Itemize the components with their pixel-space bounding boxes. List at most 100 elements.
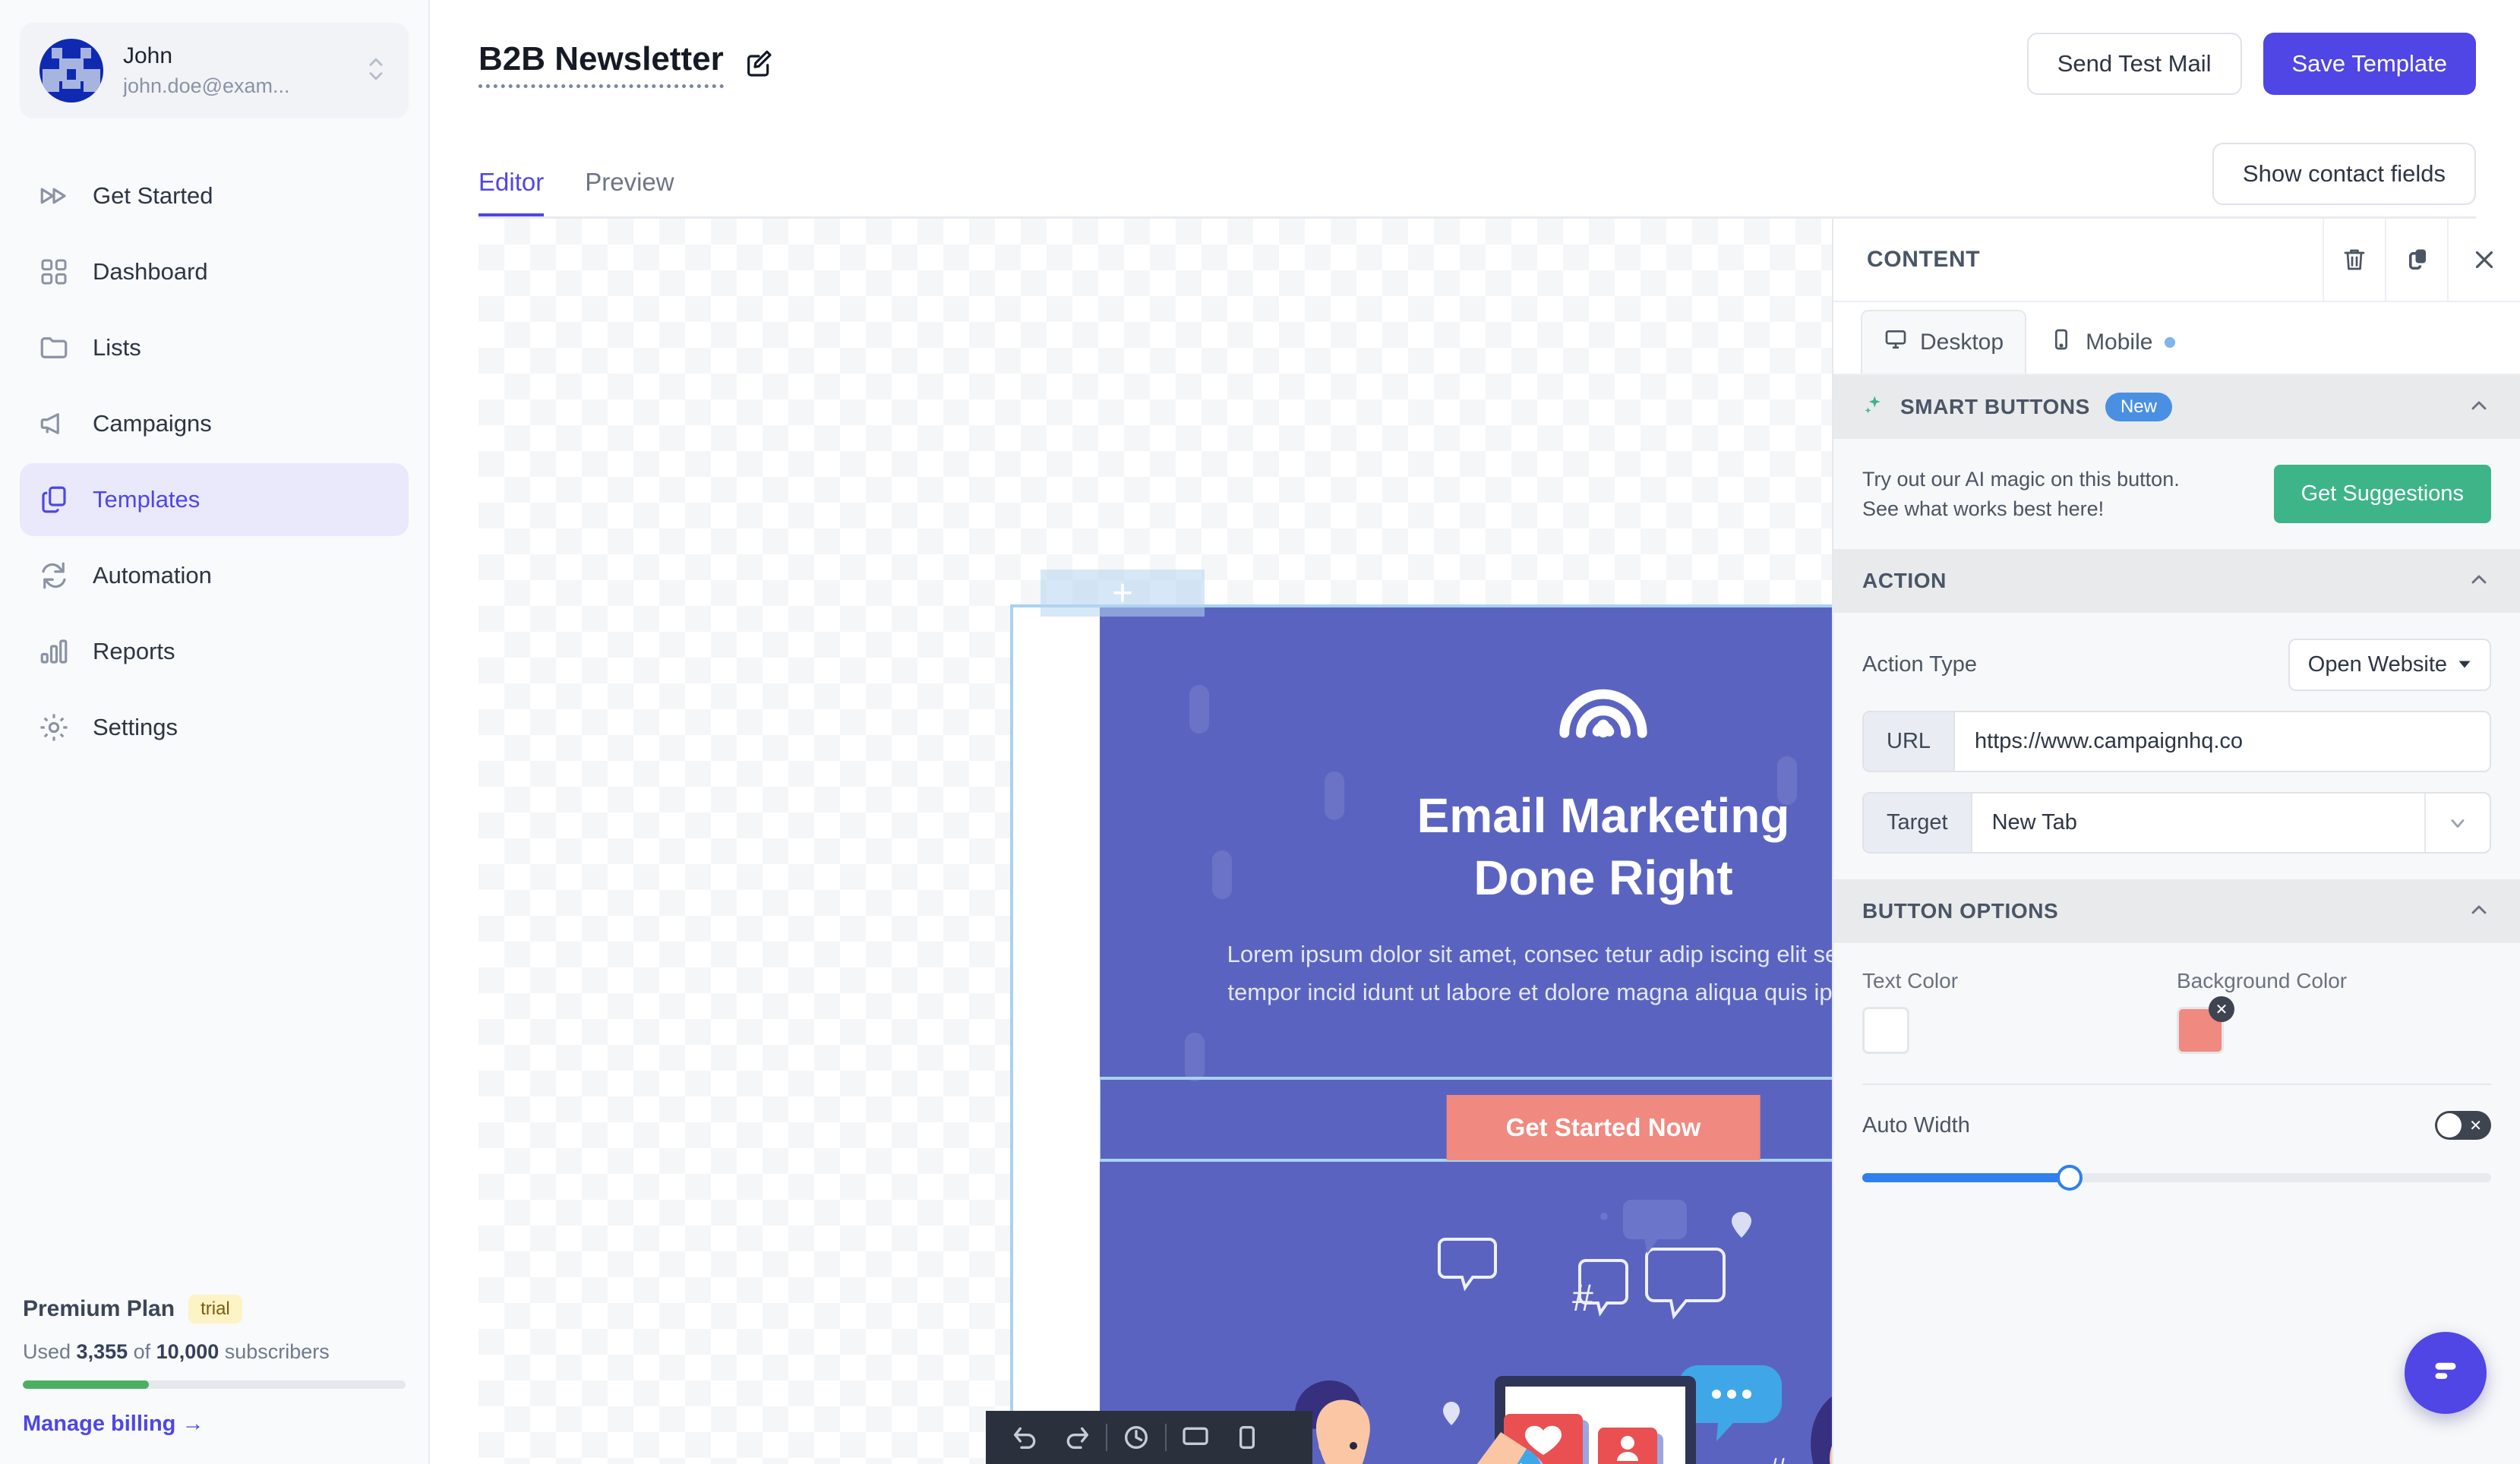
sidebar-item-label: Templates <box>93 486 201 513</box>
tab-mobile[interactable]: Mobile <box>2026 310 2198 374</box>
chat-support-button[interactable] <box>2405 1332 2487 1414</box>
auto-width-label: Auto Width <box>1862 1112 1970 1137</box>
canvas-bottom-toolbar <box>986 1411 1312 1464</box>
text-color-label: Text Color <box>1862 969 1959 992</box>
chevron-down-icon[interactable] <box>2424 794 2490 852</box>
target-field-group: Target <box>1862 792 2491 853</box>
chevron-up-icon[interactable] <box>2467 567 2491 595</box>
email-paragraph[interactable]: Lorem ipsum dolor sit amet, consec tetur… <box>1191 936 1832 1011</box>
panel-title: CONTENT <box>1867 247 1981 272</box>
sidebar-item-label: Get Started <box>93 182 213 209</box>
tab-label: Desktop <box>1920 330 2004 355</box>
unsaved-changes-dot <box>2165 337 2176 348</box>
sidebar-item-label: Settings <box>93 714 178 740</box>
url-input[interactable] <box>1955 712 2490 771</box>
redo-icon[interactable] <box>1054 1422 1100 1453</box>
action-type-select[interactable]: Open Website <box>2288 639 2491 691</box>
usage-suffix: subscribers <box>219 1340 330 1363</box>
sidebar-item-settings[interactable]: Settings <box>20 691 409 764</box>
topbar: B2B Newsletter Send Test Mail Save Templ… <box>430 0 2520 128</box>
manage-billing-link[interactable]: Manage billing → <box>23 1412 406 1437</box>
avatar <box>39 39 103 103</box>
history-icon[interactable] <box>1113 1422 1159 1453</box>
usage-total: 10,000 <box>156 1340 219 1363</box>
tab-desktop[interactable]: Desktop <box>1861 310 2027 374</box>
text-color-control: Text Color <box>1862 969 2177 1058</box>
background-color-control: Background Color ✕ <box>2177 969 2491 1058</box>
bar-chart-icon <box>36 634 71 669</box>
subscriber-progress-bar <box>23 1380 406 1389</box>
toolbar-divider <box>1165 1424 1167 1451</box>
megaphone-icon <box>36 406 71 441</box>
cta-selection-zone[interactable]: Get Started Now <box>1100 1077 1832 1162</box>
usage-mid: of <box>128 1340 156 1363</box>
sidebar-item-dashboard[interactable]: Dashboard <box>20 235 409 308</box>
section-body-button-options: Text Color Background Color ✕ Auto Width… <box>1833 943 2520 1208</box>
mobile-icon[interactable] <box>1224 1422 1270 1453</box>
mobile-icon <box>2049 327 2073 358</box>
smart-text-line-1: Try out our AI magic on this button. <box>1862 468 2180 491</box>
sidebar-item-reports[interactable]: Reports <box>20 615 409 688</box>
panel-close-button[interactable] <box>2447 219 2520 301</box>
user-account-card[interactable]: John john.doe@exam... <box>20 23 409 118</box>
smart-text-line-2: See what works best here! <box>1862 497 2105 520</box>
email-cta-button[interactable]: Get Started Now <box>1446 1095 1761 1160</box>
editor-tabs-row: Editor Preview Show contact fields <box>430 128 2520 219</box>
sidebar-item-campaigns[interactable]: Campaigns <box>20 387 409 460</box>
chevron-down-icon <box>2458 652 2471 677</box>
section-title: BUTTON OPTIONS <box>1862 899 2059 923</box>
panel-delete-button[interactable] <box>2323 219 2385 301</box>
tab-label: Mobile <box>2086 330 2153 355</box>
grid-icon <box>36 254 71 289</box>
sidebar-item-lists[interactable]: Lists <box>20 311 409 384</box>
user-name: John <box>123 43 173 68</box>
chevron-up-icon[interactable] <box>2467 393 2491 421</box>
x-icon[interactable]: ✕ <box>2209 996 2234 1022</box>
email-canvas[interactable]: + Email Marketing Done Right Lorem ipsum… <box>478 219 1832 1464</box>
section-title: SMART BUTTONS <box>1900 395 2090 418</box>
undo-icon[interactable] <box>1003 1422 1048 1453</box>
panel-header: CONTENT <box>1833 219 2520 302</box>
section-header-action[interactable]: ACTION <box>1833 549 2520 613</box>
tab-preview[interactable]: Preview <box>585 168 674 219</box>
auto-width-toggle[interactable]: ✕ <box>2435 1111 2491 1140</box>
tab-editor[interactable]: Editor <box>478 168 545 219</box>
text-color-swatch[interactable] <box>1862 1007 1909 1054</box>
usage-used: 3,355 <box>76 1340 128 1363</box>
folder-icon <box>36 330 71 365</box>
sparkles-icon <box>1862 394 1885 421</box>
sidebar-item-label: Lists <box>93 334 141 361</box>
email-headline[interactable]: Email Marketing Done Right <box>1100 785 1832 910</box>
save-template-button[interactable]: Save Template <box>2263 33 2476 95</box>
section-header-smart-buttons[interactable]: SMART BUTTONS New <box>1833 375 2520 439</box>
button-width-slider[interactable] <box>1862 1165 2491 1191</box>
device-tabs: Desktop Mobile <box>1833 302 2520 375</box>
sidebar-item-get-started[interactable]: Get Started <box>20 159 409 232</box>
action-type-label: Action Type <box>1862 652 1978 677</box>
chevron-up-down-icon[interactable] <box>363 49 389 93</box>
fast-forward-icon <box>36 178 71 213</box>
panel-duplicate-button[interactable] <box>2385 219 2447 301</box>
pencil-square-icon[interactable] <box>744 49 774 79</box>
toggle-off-glyph: ✕ <box>2469 1117 2482 1134</box>
toolbar-divider <box>1106 1424 1107 1451</box>
email-template-body[interactable]: Email Marketing Done Right Lorem ipsum d… <box>1100 607 1832 1464</box>
show-contact-fields-button[interactable]: Show contact fields <box>2212 143 2476 205</box>
sidebar-item-label: Dashboard <box>93 258 208 285</box>
desktop-icon[interactable] <box>1173 1422 1218 1453</box>
sidebar-item-templates[interactable]: Templates <box>20 463 409 536</box>
target-select[interactable] <box>1972 794 2424 852</box>
sidebar-nav: Get Started Dashboard Lists Campaigns Te… <box>0 159 428 1295</box>
get-suggestions-button[interactable]: Get Suggestions <box>2273 465 2491 523</box>
chevron-up-icon[interactable] <box>2467 898 2491 926</box>
add-block-button[interactable]: + <box>1041 570 1205 617</box>
section-body-action: Action Type Open Website URL Tar <box>1833 613 2520 879</box>
editor-area: + Email Marketing Done Right Lorem ipsum… <box>430 219 2520 1464</box>
send-test-mail-button[interactable]: Send Test Mail <box>2026 33 2242 95</box>
sidebar-item-automation[interactable]: Automation <box>20 539 409 612</box>
section-header-button-options[interactable]: BUTTON OPTIONS <box>1833 879 2520 943</box>
page-title[interactable]: B2B Newsletter <box>478 40 724 88</box>
sidebar: John john.doe@exam... Get Started Dashbo… <box>0 0 430 1464</box>
usage-prefix: Used <box>23 1340 77 1363</box>
user-email: john.doe@exam... <box>123 74 290 98</box>
